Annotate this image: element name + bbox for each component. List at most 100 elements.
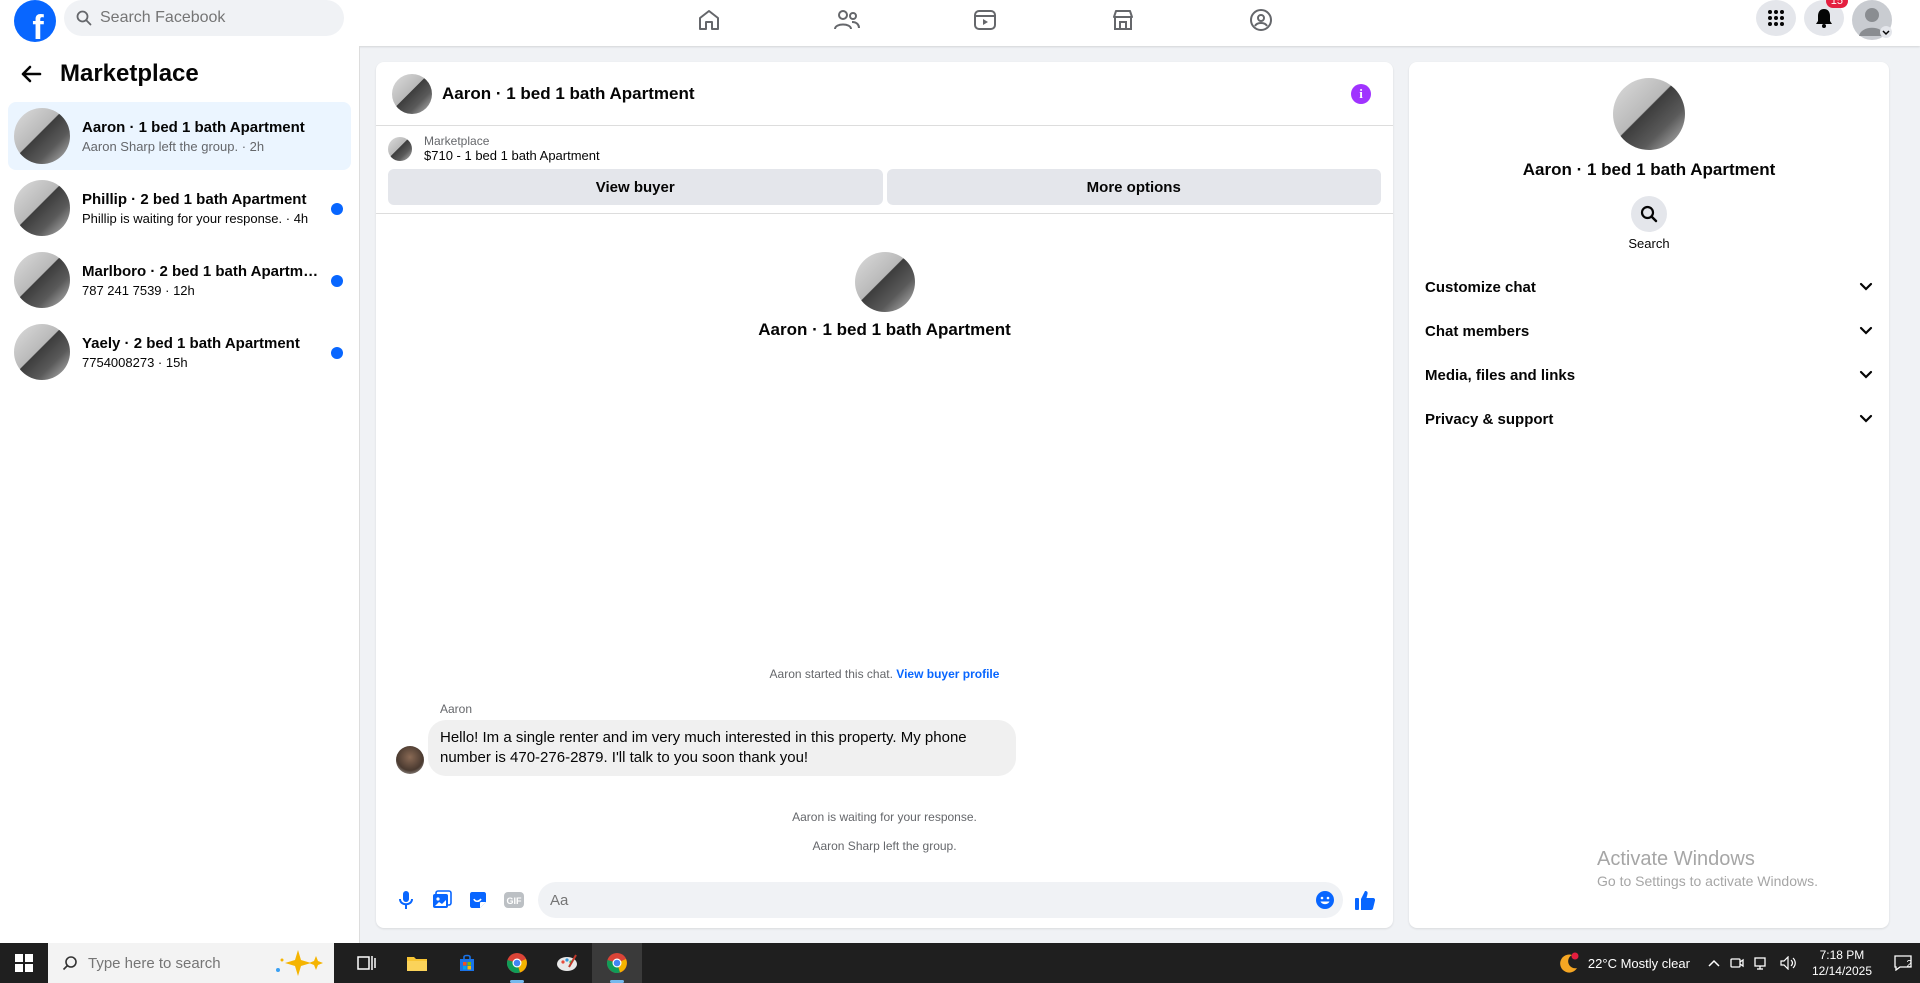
notification-center-button[interactable]: 2 <box>1886 943 1920 983</box>
section-label: Media, files and links <box>1425 366 1576 384</box>
more-options-button[interactable]: More options <box>886 169 1381 205</box>
chat-avatar[interactable] <box>392 73 432 114</box>
conversation-title: Phillip · 2 bed 1 bath Apartment <box>82 190 307 208</box>
listing-price[interactable]: $710 - 1 bed 1 bath Apartment <box>424 148 600 163</box>
microsoft-store-button[interactable] <box>442 943 492 983</box>
conversation-subtitle: 7754008273 · 15h <box>82 354 188 370</box>
taskbar-search-box[interactable] <box>48 943 334 983</box>
facebook-search-input[interactable] <box>100 9 320 27</box>
chat-started-text: Aaron started this chat. <box>769 667 893 681</box>
section-customize-chat[interactable]: Customize chat <box>1425 265 1873 309</box>
task-view-icon <box>357 956 376 970</box>
chat-intro-title: Aaron · 1 bed 1 bath Apartment <box>758 320 1011 339</box>
top-navigation-bar: f 15 <box>0 0 1920 46</box>
system-tray: 22°C Mostly clear 7:18 PM 12/14/2025 2 <box>1558 943 1920 983</box>
clock-time: 7:18 PM <box>1819 948 1865 962</box>
page-title: Marketplace <box>60 60 199 87</box>
sticker-button[interactable] <box>460 882 496 918</box>
friends-icon <box>834 10 860 30</box>
conversation-item[interactable]: Marlboro · 2 bed 1 bath Apartme... 787 2… <box>8 246 351 314</box>
voice-clip-button[interactable] <box>388 882 424 918</box>
view-buyer-profile-link[interactable]: View buyer profile <box>896 667 999 681</box>
info-icon[interactable]: i <box>1351 84 1371 104</box>
nav-tab-home[interactable] <box>640 0 778 40</box>
conversations-panel: Marketplace Aaron · 1 bed 1 bath Apartme… <box>0 46 360 943</box>
listing-thumbnail <box>14 252 70 308</box>
section-privacy-support[interactable]: Privacy & support <box>1425 397 1873 441</box>
facebook-logo-icon[interactable]: f <box>14 0 56 42</box>
video-icon <box>974 10 996 30</box>
notifications-button[interactable]: 15 <box>1804 0 1848 36</box>
message-bubble[interactable]: Hello! Im a single renter and im very mu… <box>428 720 1016 776</box>
groups-icon <box>1250 9 1272 31</box>
store-icon <box>460 954 474 971</box>
facebook-search-box[interactable] <box>64 0 344 36</box>
taskbar-clock[interactable]: 7:18 PM 12/14/2025 <box>1812 947 1872 979</box>
chat-intro-avatar <box>854 252 915 312</box>
nav-tab-video[interactable] <box>916 0 1054 40</box>
left-header: Marketplace <box>0 46 359 102</box>
notification-badge: 15 <box>1825 0 1848 8</box>
message-input[interactable] <box>550 891 1315 909</box>
chevron-down-icon <box>1859 370 1873 379</box>
search-in-chat[interactable]: Search <box>1409 196 1889 251</box>
listing-thumbnail[interactable] <box>388 136 412 161</box>
gif-button[interactable]: GIF <box>496 882 532 918</box>
nav-tab-friends[interactable] <box>778 0 916 40</box>
account-avatar[interactable] <box>1852 0 1892 40</box>
folder-icon <box>407 957 427 971</box>
conversation-item[interactable]: Yaely · 2 bed 1 bath Apartment 775400827… <box>8 318 351 386</box>
unread-dot-icon <box>331 275 343 287</box>
nav-tab-groups[interactable] <box>1192 0 1330 40</box>
home-icon <box>699 10 719 30</box>
paint-app-button[interactable] <box>542 943 592 983</box>
chat-intro: Aaron · 1 bed 1 bath Apartment <box>376 252 1393 340</box>
conversation-item[interactable]: Phillip · 2 bed 1 bath Apartment Phillip… <box>8 174 351 242</box>
bell-icon <box>1816 9 1832 28</box>
weather-moon-icon[interactable] <box>1558 952 1580 974</box>
waiting-notice: Aaron is waiting for your response. <box>792 810 977 824</box>
file-explorer-button[interactable] <box>392 943 442 983</box>
svg-text:GIF: GIF <box>507 896 523 906</box>
like-button[interactable] <box>1347 882 1383 918</box>
watermark-subtitle: Go to Settings to activate Windows. <box>1597 873 1818 889</box>
details-avatar[interactable] <box>1613 78 1685 150</box>
weather-text[interactable]: 22°C Mostly clear <box>1588 956 1690 971</box>
section-chat-members[interactable]: Chat members <box>1425 309 1873 353</box>
menu-button[interactable] <box>1756 0 1796 36</box>
conversation-title: Marlboro · 2 bed 1 bath Apartme... <box>82 262 322 280</box>
conversation-item[interactable]: Aaron · 1 bed 1 bath Apartment Aaron Sha… <box>8 102 351 170</box>
gif-icon: GIF <box>504 892 524 908</box>
section-media-files-links[interactable]: Media, files and links <box>1425 353 1873 397</box>
chevron-up-icon[interactable] <box>1708 959 1720 967</box>
chrome-profile-button[interactable] <box>592 943 642 983</box>
chat-title[interactable]: Aaron · 1 bed 1 bath Apartment <box>442 84 695 104</box>
unread-dot-icon <box>331 347 343 359</box>
attach-photo-button[interactable] <box>424 882 460 918</box>
sender-avatar[interactable] <box>396 746 424 774</box>
notification-center-badge: 2 <box>1906 959 1912 970</box>
chrome-button[interactable] <box>492 943 542 983</box>
volume-icon[interactable] <box>1780 956 1798 970</box>
back-arrow-icon[interactable] <box>20 64 42 84</box>
chat-details-panel: Aaron · 1 bed 1 bath Apartment Search Cu… <box>1409 62 1889 928</box>
chat-window: Aaron · 1 bed 1 bath Apartment i Marketp… <box>376 62 1393 928</box>
taskbar-search-input[interactable] <box>88 954 248 972</box>
chrome-icon <box>607 953 627 973</box>
network-icon[interactable] <box>1754 956 1770 970</box>
start-button[interactable] <box>0 943 48 983</box>
windows-logo-icon <box>15 954 33 972</box>
listing-thumbnail <box>14 180 70 236</box>
left-group-notice: Aaron Sharp left the group. <box>812 839 957 853</box>
conversation-subtitle: Aaron Sharp left the group. · 2h <box>82 138 265 154</box>
view-buyer-button[interactable]: View buyer <box>388 169 883 205</box>
nav-tab-marketplace[interactable] <box>1054 0 1192 40</box>
meet-now-icon[interactable] <box>1730 956 1744 970</box>
conversation-subtitle: 787 241 7539 · 12h <box>82 282 195 298</box>
search-in-chat-button[interactable] <box>1631 196 1667 232</box>
message-input-box[interactable] <box>538 882 1343 918</box>
task-view-button[interactable] <box>342 943 392 983</box>
emoji-icon[interactable] <box>1315 890 1335 910</box>
listing-thumbnail <box>14 108 70 164</box>
details-title: Aaron · 1 bed 1 bath Apartment <box>1522 160 1776 179</box>
